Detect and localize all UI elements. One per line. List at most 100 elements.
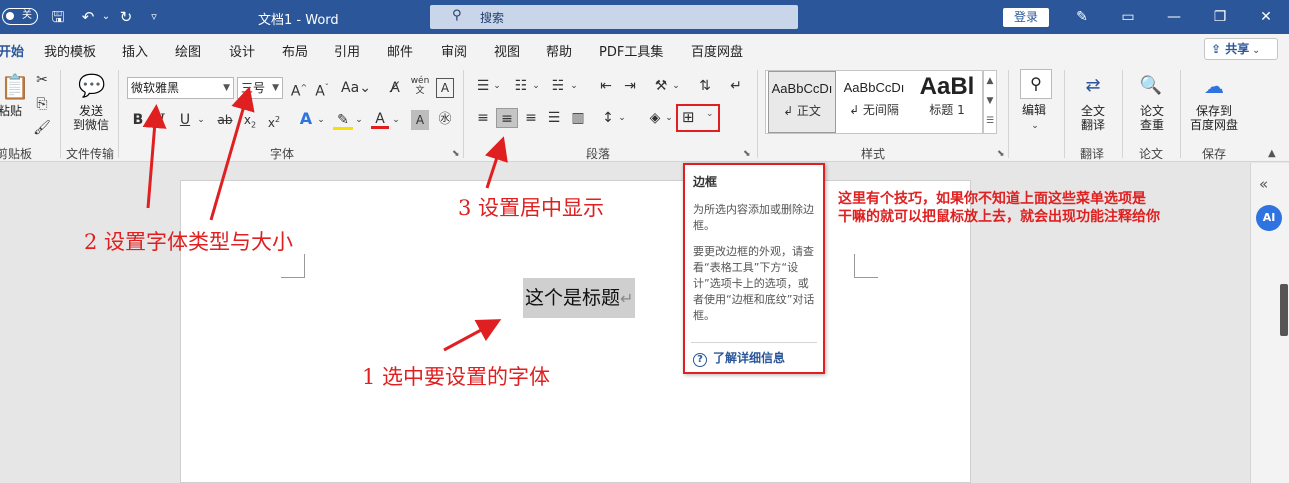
tab-layout[interactable]: 布局 [282, 41, 308, 60]
chevron-down-icon[interactable]: ⌄ [196, 110, 206, 130]
customize-toolbar-icon[interactable]: ▿ [144, 7, 164, 27]
shading-icon[interactable]: ◈ [645, 108, 665, 128]
italic-icon[interactable]: I [154, 110, 170, 130]
search-box[interactable]: ⚲ 搜索 [430, 5, 798, 29]
encircle-character-icon[interactable]: ㊌ [436, 110, 454, 130]
chevron-down-icon[interactable]: ⌄ [316, 110, 326, 130]
baidu-cloud-icon[interactable]: ☁ [1199, 72, 1229, 100]
full-translate-button[interactable]: 全文 翻译 [1078, 104, 1108, 132]
styles-gallery[interactable]: AaBbCcDı ↲ 正文 AaBbCcDı ↲ 无间隔 AaBl 标题 1 [765, 70, 983, 134]
tab-baidu-netdisk[interactable]: 百度网盘 [691, 41, 743, 60]
borders-button-highlight[interactable]: ⊞ ⌄ [676, 104, 720, 132]
send-wechat-button[interactable]: 发送 到微信 [70, 104, 112, 132]
shrink-font-icon[interactable]: Aˇ [312, 78, 332, 100]
bullets-icon[interactable]: ☰ [473, 76, 493, 96]
restore-icon[interactable]: ❐ [1209, 7, 1231, 27]
decrease-indent-icon[interactable]: ⇤ [596, 76, 616, 96]
styles-dialog-launcher-icon[interactable]: ⬊ [997, 149, 1005, 159]
undo-dropdown-icon[interactable]: ⌄ [96, 7, 116, 27]
show-marks-icon[interactable]: ↵ [726, 76, 746, 96]
tab-references[interactable]: 引用 [334, 41, 360, 60]
multilevel-list-icon[interactable]: ☵ [548, 76, 568, 96]
tab-home[interactable]: 开始 [0, 41, 25, 66]
change-case-icon[interactable]: Aa⌄ [341, 78, 371, 98]
character-shading-icon[interactable]: A [411, 110, 429, 130]
translate-icon[interactable]: ⇄ [1080, 72, 1106, 100]
chevron-down-icon[interactable]: ⌄ [1030, 116, 1040, 136]
font-size-combo[interactable]: 三号 ▼ [237, 77, 283, 99]
style-heading-1[interactable]: AaBl 标题 1 [912, 71, 982, 133]
phonetic-guide-icon[interactable]: wén 文 [410, 76, 430, 96]
font-dialog-launcher-icon[interactable]: ⬊ [452, 149, 460, 159]
copy-icon[interactable]: ⎘ [33, 94, 51, 114]
align-left-icon[interactable]: ≡ [473, 108, 493, 128]
clear-formatting-icon[interactable]: A̸ [385, 78, 405, 98]
align-center-icon[interactable]: ≡ [496, 108, 518, 128]
subscript-icon[interactable]: x2 [241, 110, 259, 130]
tab-draw[interactable]: 绘图 [175, 41, 201, 60]
style-no-spacing[interactable]: AaBbCcDı ↲ 无间隔 [840, 71, 908, 133]
learn-more-link[interactable]: ? 了解详细信息 [693, 349, 785, 367]
tab-review[interactable]: 审阅 [441, 41, 467, 60]
chevron-down-icon[interactable]: ⌄ [569, 76, 579, 96]
edit-button[interactable]: 编辑 [1022, 103, 1046, 117]
tab-insert[interactable]: 插入 [122, 41, 148, 60]
login-button[interactable]: 登录 [1003, 8, 1049, 27]
superscript-icon[interactable]: x2 [265, 110, 283, 130]
redo-icon[interactable]: ↻ [116, 7, 136, 27]
increase-indent-icon[interactable]: ⇥ [620, 76, 640, 96]
paper-check-icon[interactable]: 🔍 [1138, 72, 1164, 100]
text-effects-icon[interactable]: A [296, 109, 316, 129]
save-baidu-button[interactable]: 保存到 百度网盘 [1189, 104, 1239, 132]
strikethrough-icon[interactable]: ab [216, 110, 234, 130]
save-icon[interactable]: 🖫 [48, 7, 68, 27]
grow-font-icon[interactable]: A^ [289, 78, 309, 100]
character-border-icon[interactable]: A [436, 78, 454, 98]
wechat-icon[interactable]: 💬 [78, 72, 105, 102]
ai-assistant-icon[interactable]: AI [1256, 205, 1282, 231]
collapse-panel-icon[interactable]: « [1259, 175, 1268, 193]
share-button[interactable]: ⇪ 共享 ⌄ [1204, 38, 1278, 60]
chevron-down-icon[interactable]: ⌄ [664, 108, 674, 128]
paste-button[interactable]: 粘贴 [0, 104, 22, 118]
bold-icon[interactable]: B [130, 110, 146, 130]
collapse-ribbon-icon[interactable]: ▲ [1268, 148, 1276, 159]
pen-icon[interactable]: ✎ [1071, 7, 1093, 27]
paragraph-dialog-launcher-icon[interactable]: ⬊ [743, 149, 751, 159]
tab-design[interactable]: 设计 [229, 41, 255, 60]
style-normal[interactable]: AaBbCcDı ↲ 正文 [768, 71, 836, 133]
align-right-icon[interactable]: ≡ [521, 108, 541, 128]
underline-icon[interactable]: U [177, 110, 193, 130]
format-painter-icon[interactable]: 🖌 [33, 118, 51, 138]
line-spacing-icon[interactable]: ↕ [598, 108, 618, 128]
chevron-down-icon[interactable]: ▼ [984, 91, 996, 111]
selected-heading-text[interactable]: 这个是标题↵ [523, 278, 636, 318]
cut-icon[interactable]: ✂ [33, 70, 51, 90]
chevron-up-icon[interactable]: ▲ [984, 71, 996, 91]
asian-layout-icon[interactable]: ⚒ [651, 76, 671, 96]
highlight-icon[interactable]: ✎ [333, 110, 353, 130]
styles-scroll[interactable]: ▲ ▼ ☰ [983, 70, 997, 134]
chevron-down-icon[interactable]: ⌄ [671, 76, 681, 96]
gallery-expand-icon[interactable]: ☰ [984, 111, 996, 131]
tab-help[interactable]: 帮助 [546, 41, 572, 60]
undo-icon[interactable]: ↶ [78, 7, 98, 27]
autosave-toggle[interactable]: 关 [2, 8, 38, 25]
tab-my-templates[interactable]: 我的模板 [44, 41, 96, 60]
minimize-icon[interactable]: — [1163, 7, 1185, 27]
ribbon-display-icon[interactable]: ▭ [1117, 7, 1139, 27]
justify-icon[interactable]: ☰ [544, 108, 564, 128]
tab-view[interactable]: 视图 [494, 41, 520, 60]
sort-icon[interactable]: ⇅ [695, 76, 715, 96]
paste-icon[interactable]: 📋 [0, 72, 30, 102]
paper-check-button[interactable]: 论文 查重 [1137, 104, 1167, 132]
font-color-icon[interactable]: A [371, 109, 389, 129]
tab-pdf-tools[interactable]: PDF工具集 [599, 41, 663, 60]
chevron-down-icon[interactable]: ⌄ [391, 110, 401, 130]
chevron-down-icon[interactable]: ⌄ [531, 76, 541, 96]
chevron-down-icon[interactable]: ⌄ [492, 76, 502, 96]
find-icon[interactable]: ⚲ [1020, 69, 1052, 99]
numbering-icon[interactable]: ☷ [511, 76, 531, 96]
chevron-down-icon[interactable]: ⌄ [354, 110, 364, 130]
close-icon[interactable]: ✕ [1255, 7, 1277, 27]
